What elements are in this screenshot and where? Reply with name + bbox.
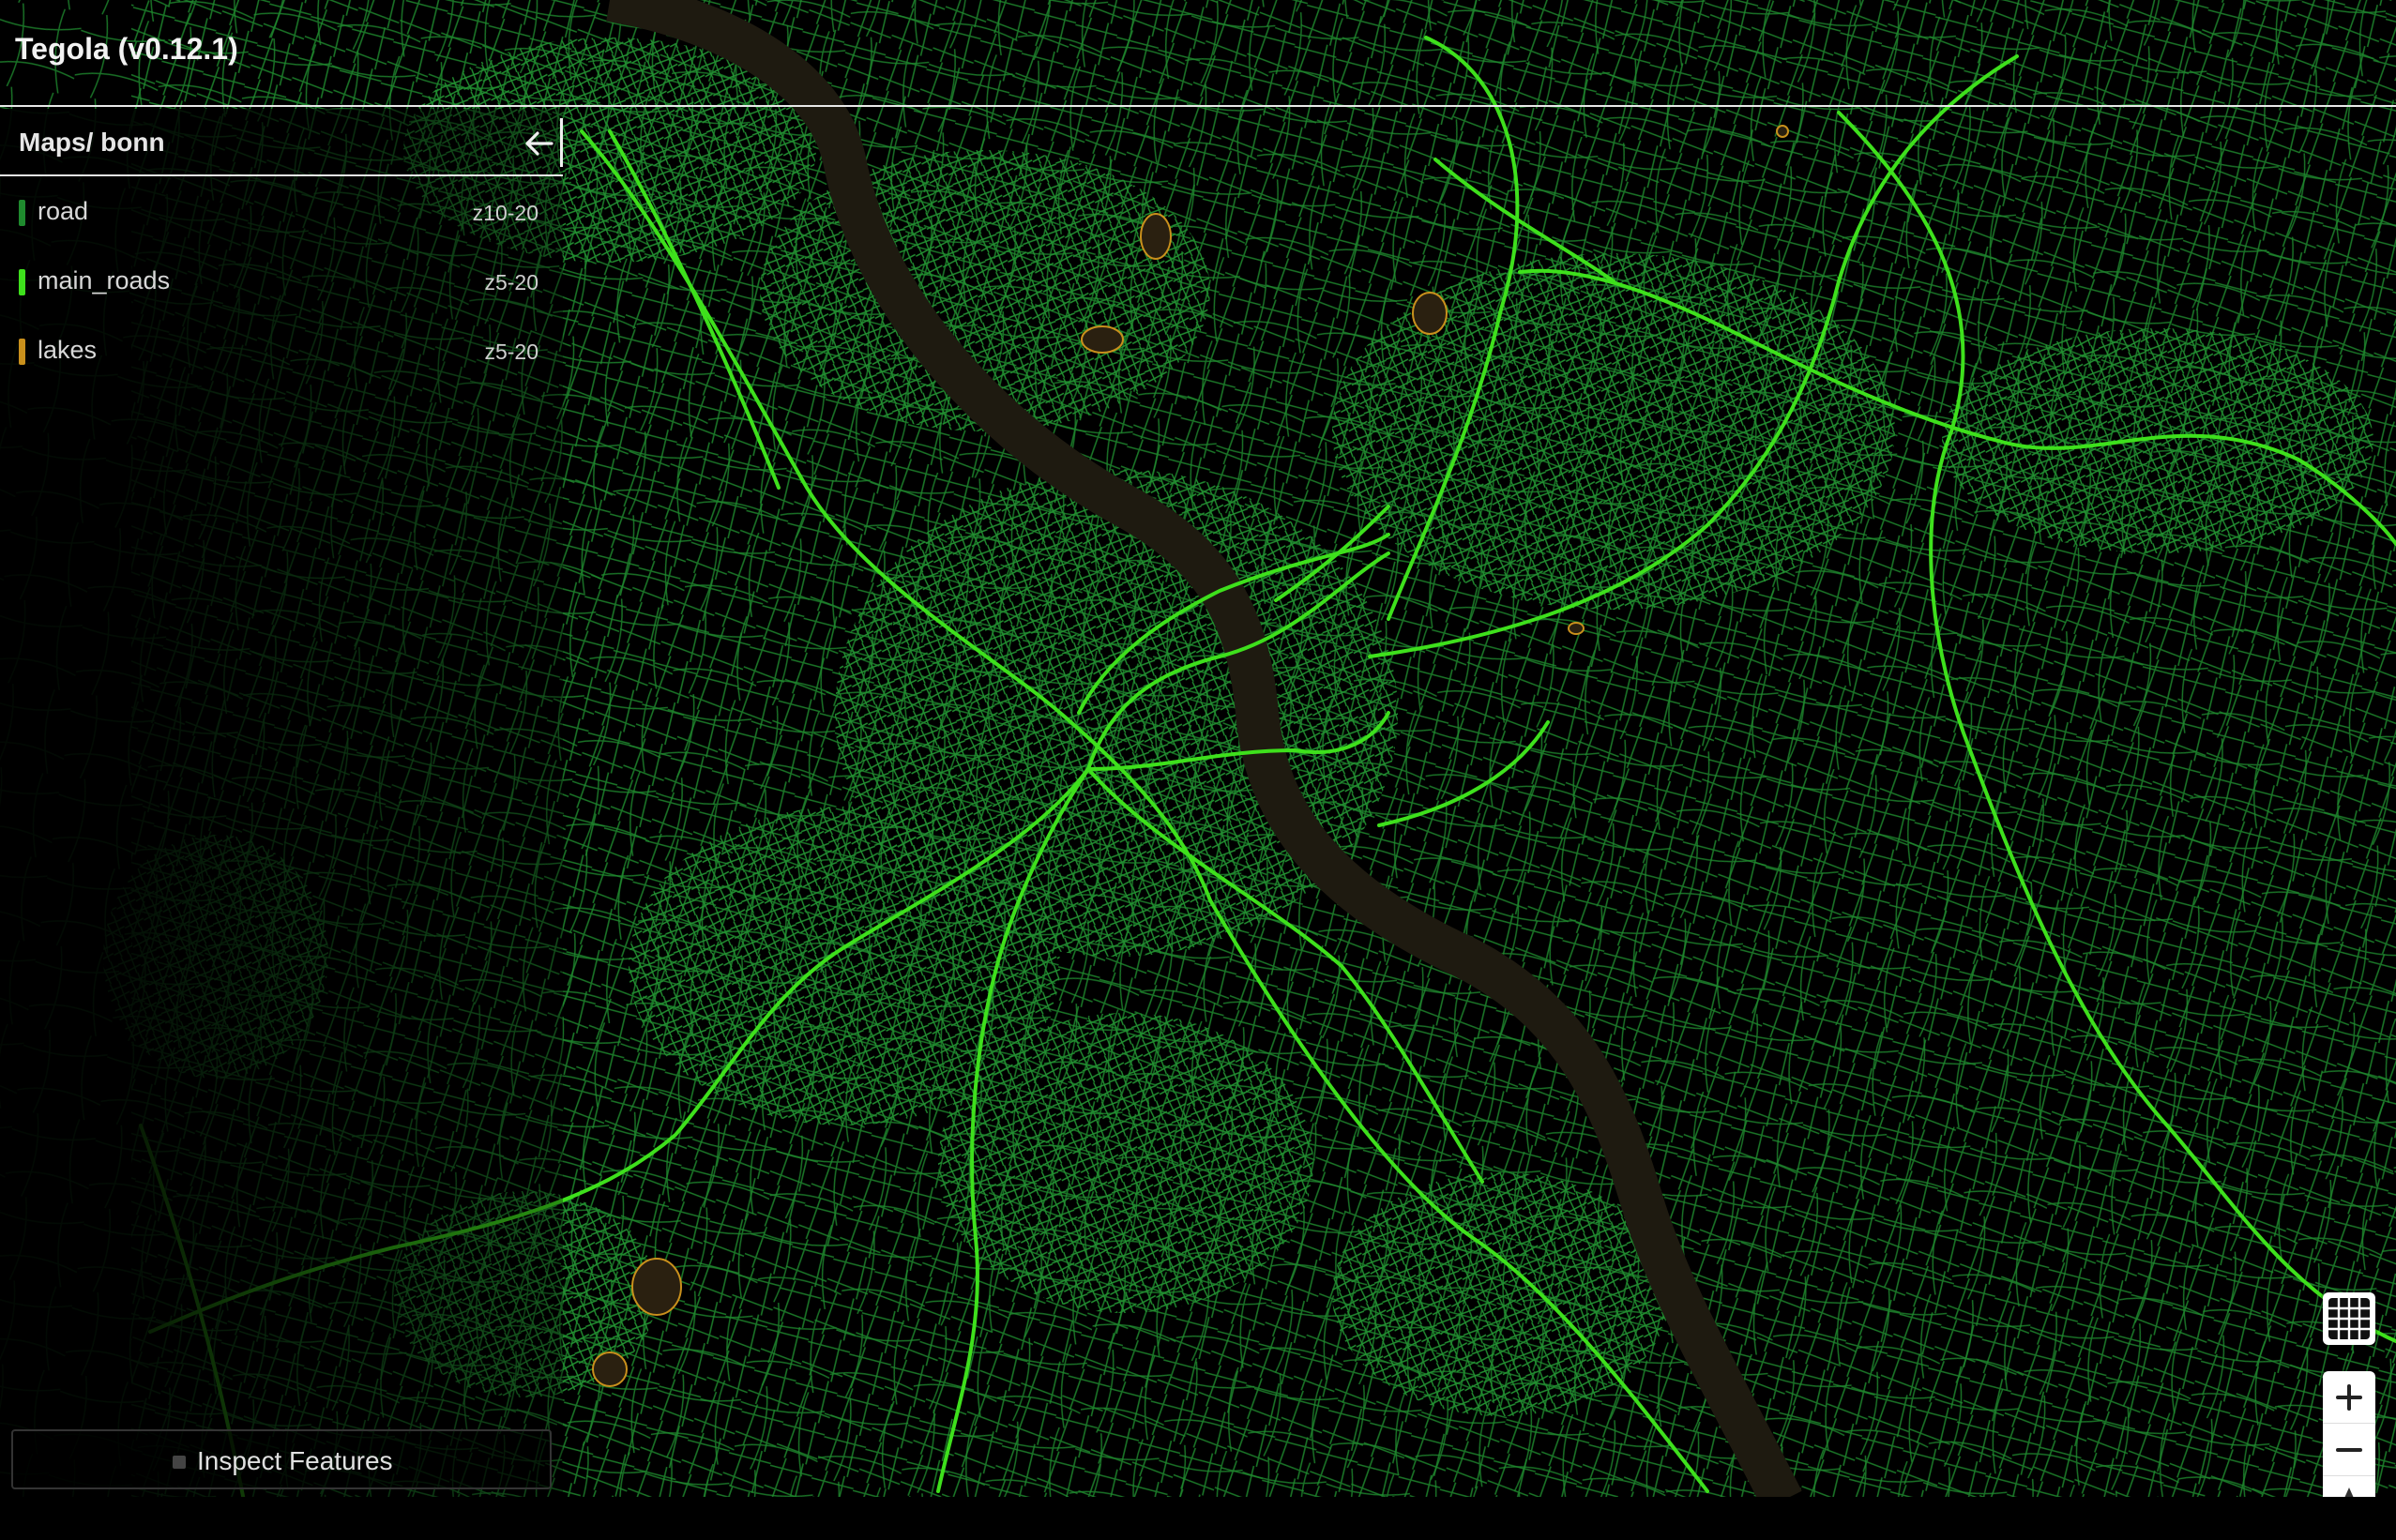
- inspect-features-label: Inspect Features: [197, 1446, 393, 1475]
- minus-icon: [2336, 1448, 2362, 1452]
- plus-icon: [2336, 1384, 2362, 1411]
- map-title: Maps/ bonn: [19, 128, 165, 157]
- tile-grid-icon: [2328, 1298, 2370, 1339]
- zoom-out-button[interactable]: [2323, 1424, 2375, 1476]
- app-header: Tegola (v0.12.1): [0, 0, 2396, 107]
- layer-name: main_roads: [38, 266, 171, 294]
- app-root: Tegola (v0.12.1) Maps/ bonn road z10-20 …: [0, 0, 2396, 1540]
- layer-zoom-range: z10-20: [472, 201, 538, 225]
- app-title: Tegola (v0.12.1): [15, 32, 238, 66]
- layer-item-road[interactable]: road z10-20: [0, 184, 563, 240]
- layer-color-swatch: [19, 339, 25, 365]
- collapse-sidebar-button[interactable]: [518, 118, 563, 167]
- inspect-features-checkbox[interactable]: [173, 1456, 186, 1469]
- arrow-left-icon: [525, 131, 554, 156]
- layer-item-lakes[interactable]: lakes z5-20: [0, 323, 563, 379]
- map-bottom-edge: [0, 1497, 2396, 1540]
- layer-name: lakes: [38, 336, 98, 364]
- layer-name: road: [38, 197, 89, 225]
- tile-grid-button[interactable]: [2323, 1292, 2375, 1345]
- layer-zoom-range: z5-20: [484, 270, 538, 294]
- inspect-features-toggle[interactable]: Inspect Features: [11, 1429, 552, 1489]
- layer-zoom-range: z5-20: [484, 340, 538, 364]
- layer-color-swatch: [19, 269, 25, 295]
- layer-item-main-roads[interactable]: main_roads z5-20: [0, 253, 563, 310]
- zoom-in-button[interactable]: [2323, 1371, 2375, 1424]
- sidebar-header: Maps/ bonn: [0, 109, 563, 176]
- layer-color-swatch: [19, 200, 25, 226]
- sidebar: Maps/ bonn road z10-20 main_roads z5-20 …: [0, 109, 563, 1497]
